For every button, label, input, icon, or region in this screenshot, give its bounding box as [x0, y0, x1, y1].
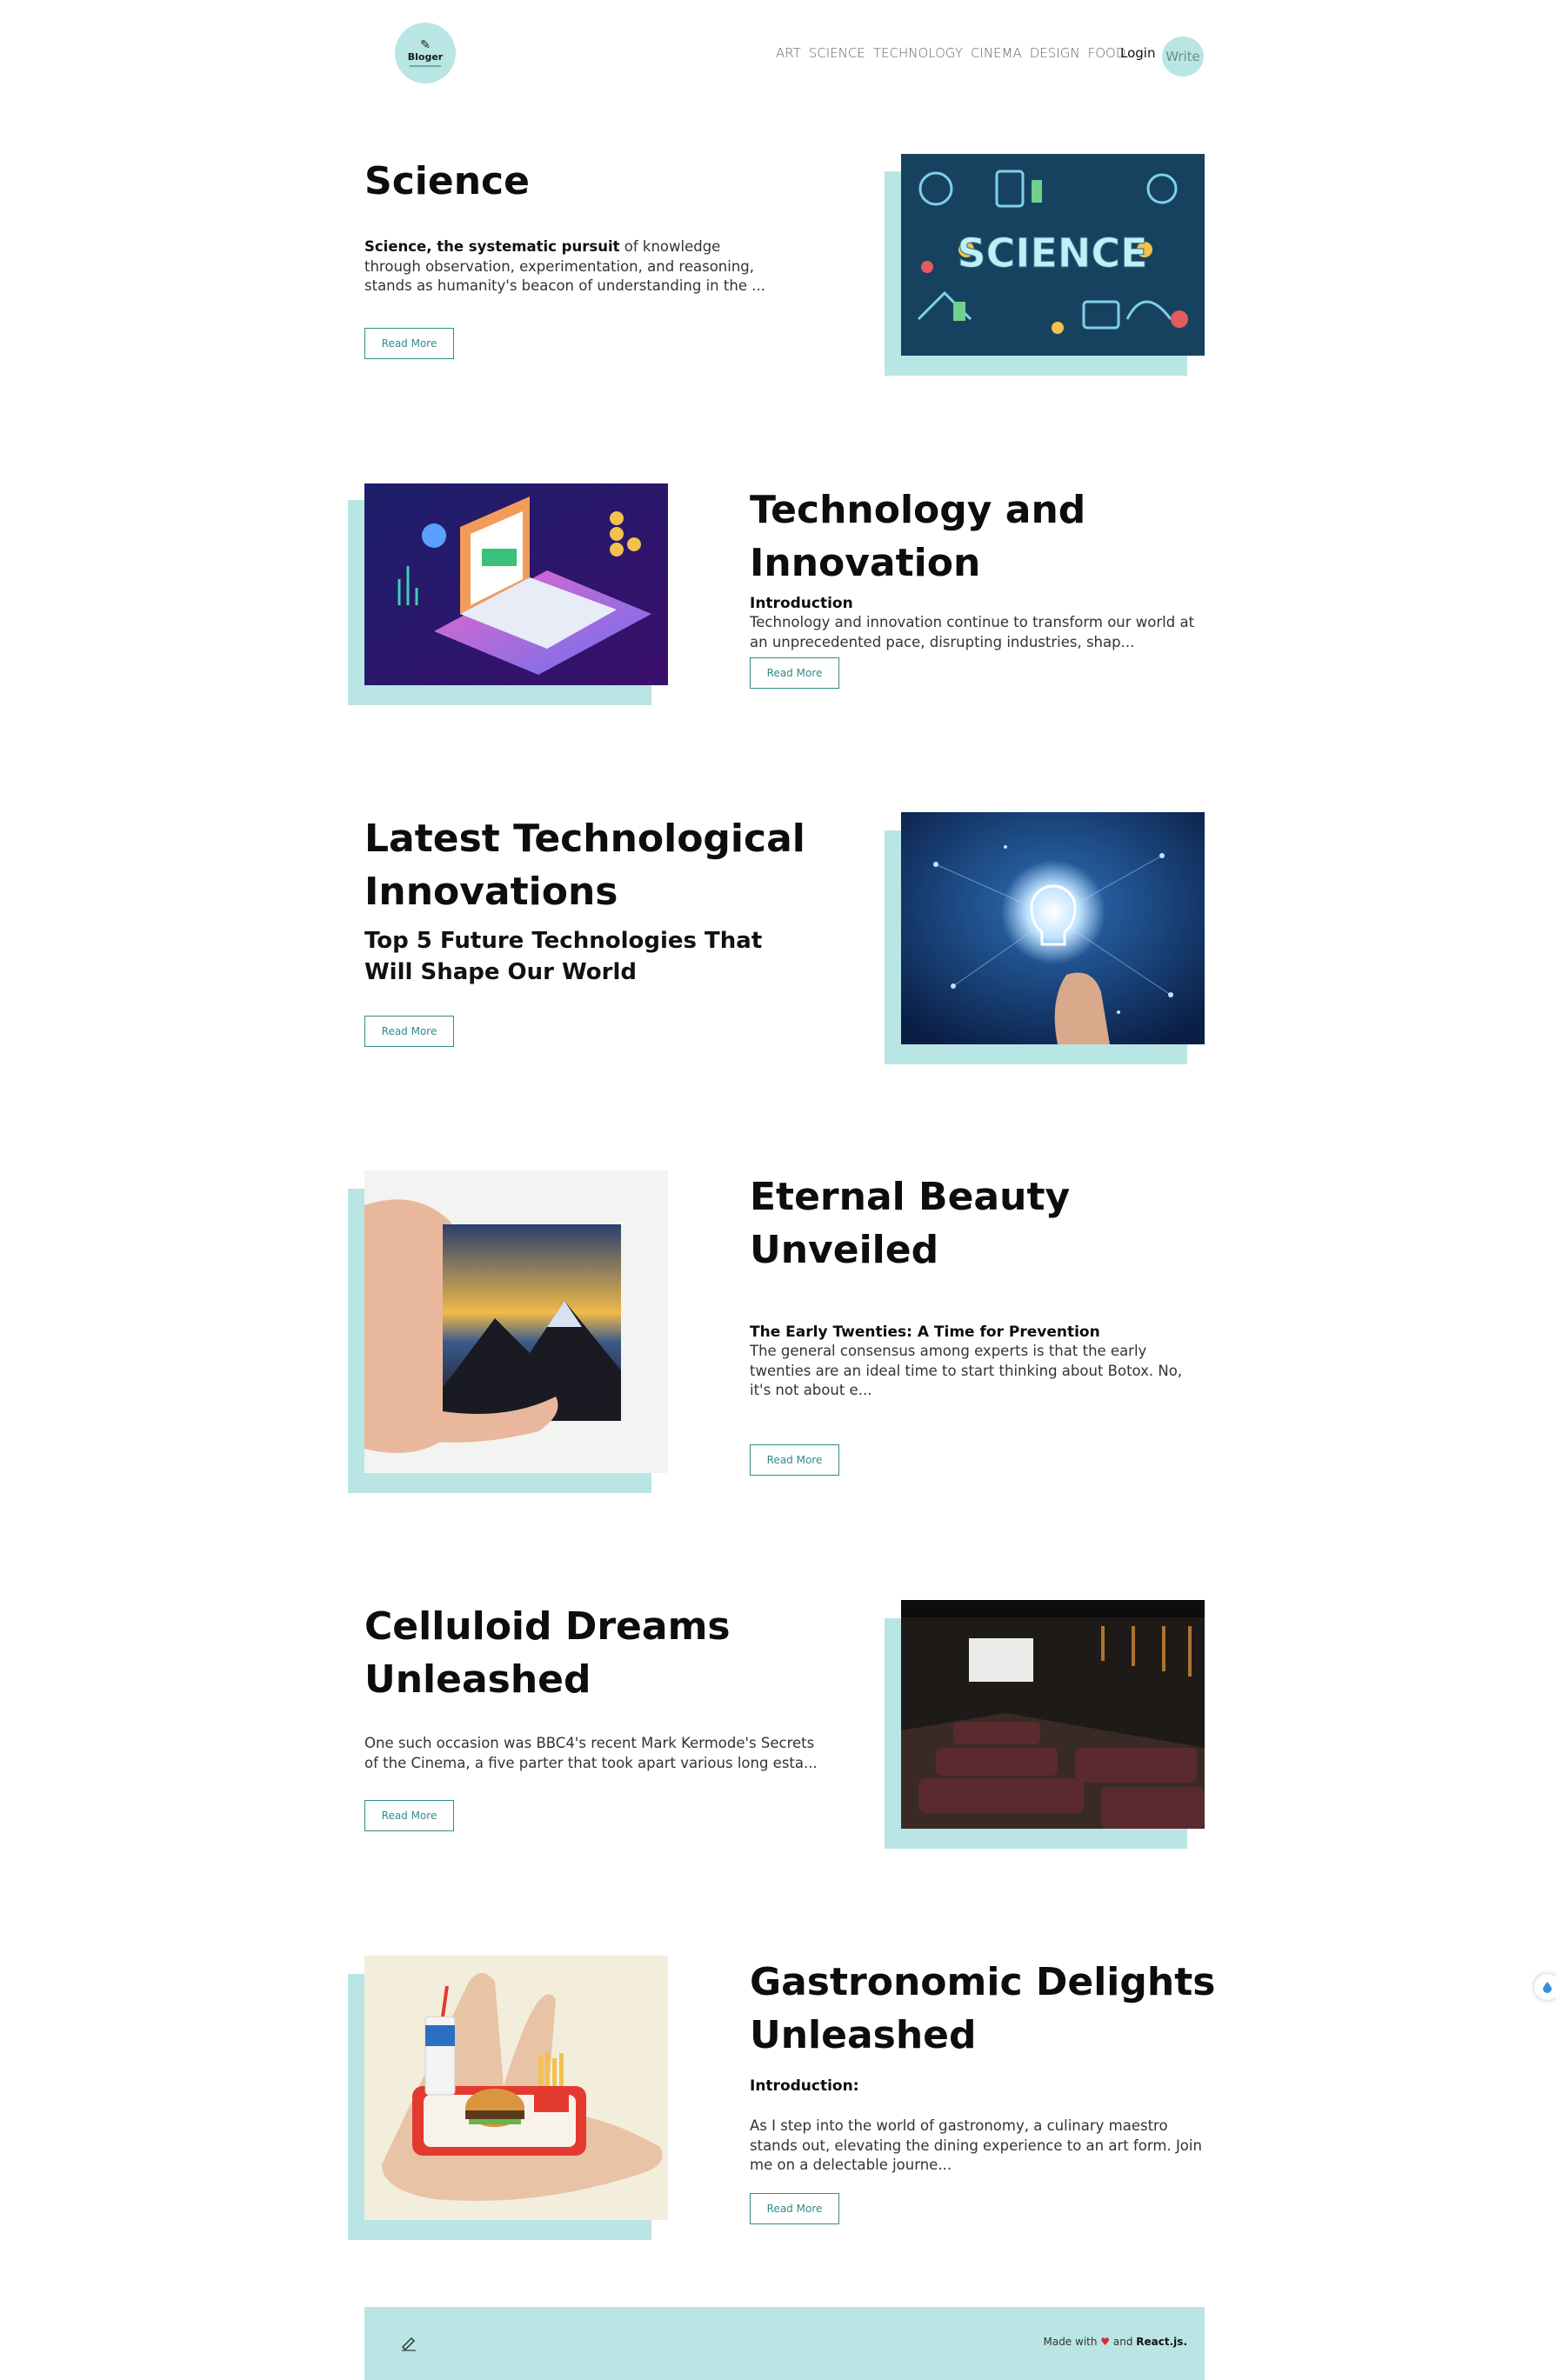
miniature-fastfood-tray-on-hand — [364, 1956, 668, 2220]
nav-link-cinema[interactable]: CINEMA — [971, 45, 1022, 61]
footer-made-with: Made with — [1043, 2336, 1098, 2348]
footer-credit: Made with ♥ and React.js. — [1043, 2336, 1187, 2348]
post-title: Eternal Beauty Unveiled — [750, 1175, 1071, 1272]
post-subtitle: Introduction — [750, 595, 853, 612]
read-more-button[interactable]: Read More — [750, 1444, 839, 1476]
write-button[interactable]: Write — [1162, 37, 1204, 77]
isometric-laptop-illustration — [364, 483, 668, 685]
droplet-icon — [1543, 1982, 1552, 1993]
post-title: Science — [364, 159, 530, 203]
footer-and: and — [1112, 2336, 1133, 2348]
post-title: Gastronomic Delights Unleashed — [750, 1960, 1216, 2057]
post-image-food[interactable] — [364, 1956, 668, 2220]
read-more-button[interactable]: Read More — [364, 1016, 454, 1047]
nav-link-design[interactable]: DESIGN — [1030, 45, 1080, 61]
write-label: Write — [1165, 49, 1200, 64]
logo-pen-icon: ✎ — [420, 38, 431, 52]
science-doodle-illustration: SCIENCE — [901, 154, 1205, 356]
post-excerpt: One such occasion was BBC4's recent Mark… — [364, 1735, 818, 1771]
post-image-beauty[interactable] — [364, 1170, 668, 1473]
logo-underline — [410, 65, 441, 67]
post-title: Latest Technological Innovations — [364, 817, 805, 914]
read-more-button[interactable]: Read More — [364, 1800, 454, 1831]
post-subtitle: The Early Twenties: A Time for Preventio… — [750, 1323, 1100, 1341]
read-more-button[interactable]: Read More — [750, 657, 839, 689]
post-excerpt: Science, the systematic pursuit of knowl… — [364, 237, 770, 297]
nav-link-art[interactable]: ART — [776, 45, 801, 61]
login-link[interactable]: Login — [1120, 45, 1155, 61]
footer-tech: React.js. — [1136, 2336, 1187, 2348]
post-image-technology[interactable] — [364, 483, 668, 685]
heart-icon: ♥ — [1100, 2336, 1111, 2348]
read-more-button[interactable]: Read More — [750, 2193, 839, 2224]
post-subtitle: Top 5 Future Technologies That Will Shap… — [364, 928, 763, 985]
nav-categories: ART SCIENCE TECHNOLOGY CINEMA DESIGN FOO… — [776, 45, 1125, 61]
post-excerpt: Technology and innovation continue to tr… — [750, 614, 1195, 650]
post-excerpt: The general consensus among experts is t… — [750, 1343, 1183, 1398]
hand-holding-mountain-painting — [364, 1170, 668, 1473]
read-more-button[interactable]: Read More — [364, 328, 454, 359]
post-title: Technology and Innovation — [750, 488, 1086, 585]
post-excerpt: As I step into the world of gastronomy, … — [750, 2117, 1202, 2173]
nav-link-science[interactable]: SCIENCE — [809, 45, 865, 61]
floating-extension-icon[interactable] — [1534, 1974, 1556, 2000]
home-cinema-room — [901, 1600, 1205, 1829]
glowing-lightbulb-network — [901, 812, 1205, 1044]
footer-logo-icon[interactable] — [399, 2335, 418, 2352]
post-excerpt-bold: Science, the systematic pursuit — [364, 238, 620, 255]
logo[interactable]: ✎ Bloger — [395, 23, 456, 83]
post-image-science[interactable]: SCIENCE — [901, 154, 1205, 356]
post-subtitle: Introduction: — [750, 2077, 859, 2095]
post-image-innovations[interactable] — [901, 812, 1205, 1044]
svg-text:SCIENCE: SCIENCE — [957, 230, 1147, 277]
nav-link-technology[interactable]: TECHNOLOGY — [873, 45, 963, 61]
post-image-cinema[interactable] — [901, 1600, 1205, 1829]
post-title: Celluloid Dreams Unleashed — [364, 1604, 731, 1702]
logo-text: Bloger — [407, 51, 444, 63]
footer: Made with ♥ and React.js. — [364, 2307, 1205, 2380]
